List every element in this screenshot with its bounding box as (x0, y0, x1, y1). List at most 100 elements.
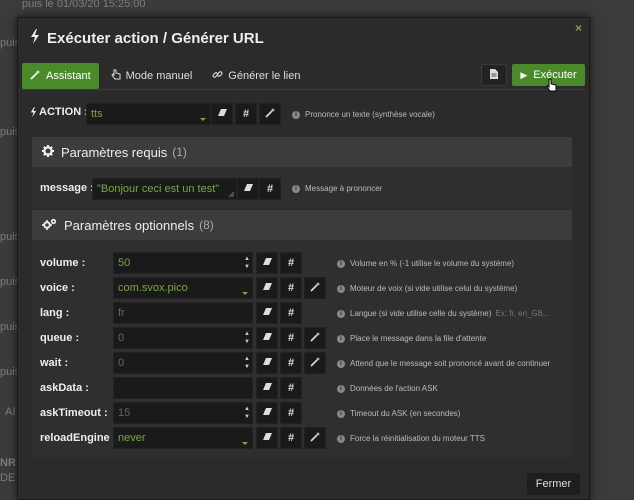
resize-handle-icon (229, 192, 234, 197)
chevron-down-icon (242, 442, 248, 445)
eraser-button[interactable] (256, 252, 278, 274)
info-icon: i (337, 259, 345, 268)
eraser-button[interactable] (256, 327, 278, 349)
help-text: Force la réinitialisation du moteur TTS (350, 434, 486, 443)
magic-wand-button[interactable] (259, 103, 281, 125)
hand-pointer-icon (110, 69, 121, 83)
variable-button[interactable]: # (259, 178, 281, 200)
eraser-button[interactable] (256, 277, 278, 299)
hash-icon: # (287, 432, 295, 444)
lang-input[interactable]: fr (113, 302, 253, 324)
eraser-button[interactable] (256, 377, 278, 399)
reloadengine-select[interactable]: never (113, 427, 253, 449)
hash-icon: # (287, 282, 295, 294)
param-label: volume : (40, 257, 86, 269)
close-icon[interactable]: × (575, 21, 582, 35)
info-icon: i (337, 359, 345, 368)
eraser-icon (262, 357, 273, 369)
variable-button[interactable]: # (280, 427, 302, 449)
help-text: Moteur de voix (si vide utilise celui du… (350, 284, 518, 293)
info-icon: i (292, 110, 300, 119)
hash-icon: # (287, 332, 295, 344)
eraser-button[interactable] (256, 402, 278, 424)
queue-placeholder: 0 (118, 332, 125, 344)
volume-input[interactable]: 50 (113, 252, 253, 274)
message-input[interactable]: "Bonjour ceci est un test" (92, 178, 237, 200)
chevron-up-icon: ▲ (244, 406, 250, 412)
variable-button[interactable]: # (280, 377, 302, 399)
eraser-icon (262, 332, 273, 344)
param-label: askTimeout : (40, 407, 108, 419)
action-select[interactable]: tts (86, 103, 211, 125)
chevron-down-icon (200, 118, 206, 121)
optional-params-header: Paramètres optionnels (8) (32, 210, 572, 240)
magic-wand-icon (264, 107, 276, 121)
document-icon (490, 68, 498, 82)
info-icon: i (337, 334, 345, 343)
queue-input[interactable]: 0 (113, 327, 253, 349)
bg-text: AI (5, 406, 16, 418)
chevron-down-icon: ▼ (244, 264, 250, 270)
number-stepper[interactable]: ▲ ▼ (241, 327, 253, 349)
magic-wand-button[interactable] (304, 277, 326, 299)
optional-params-title: Paramètres optionnels (64, 217, 195, 233)
help-text: Attend que le message soit prononcé avan… (350, 359, 551, 368)
hash-icon: # (287, 407, 295, 419)
hash-icon: # (287, 382, 295, 394)
param-label: reloadEngine : (40, 432, 117, 444)
help-text: Volume en % (-1 utilise le volume du sys… (350, 259, 515, 268)
bg-text: puis le 01/03/20 15:25:00 (22, 0, 146, 10)
variable-button[interactable]: # (280, 352, 302, 374)
eraser-icon (262, 407, 273, 419)
info-icon: i (337, 284, 345, 293)
hash-icon: # (287, 357, 295, 369)
eraser-button[interactable] (256, 352, 278, 374)
message-help: i Message à prononcer (292, 184, 382, 193)
help-text: Prononce un texte (synthèse vocale) (305, 110, 435, 119)
magic-wand-icon (309, 356, 321, 370)
eraser-button[interactable] (237, 178, 259, 200)
tab-manual-mode[interactable]: Mode manuel (103, 63, 201, 89)
reloadengine-help: i Force la réinitialisation du moteur TTS (337, 434, 485, 443)
close-button[interactable]: Fermer (527, 473, 580, 495)
play-icon: ▶ (520, 69, 528, 80)
variable-button[interactable]: # (280, 277, 302, 299)
bg-text: DE (0, 472, 16, 484)
tab-divider (22, 89, 585, 90)
wait-input[interactable]: 0 (113, 352, 253, 374)
voice-select[interactable]: com.svox.pico (113, 277, 253, 299)
magic-wand-button[interactable] (304, 427, 326, 449)
variable-button[interactable]: # (235, 103, 257, 125)
param-label: wait : (40, 357, 69, 369)
variable-button[interactable]: # (280, 402, 302, 424)
action-value: tts (91, 108, 103, 120)
eraser-button[interactable] (211, 103, 233, 125)
magic-wand-button[interactable] (304, 352, 326, 374)
info-icon: i (337, 434, 345, 443)
required-params-count: (1) (172, 145, 187, 159)
mode-tabs: Assistant Mode manuel Générer le lien (22, 63, 308, 89)
variable-button[interactable]: # (280, 252, 302, 274)
action-help: i Prononce un texte (synthèse vocale) (292, 110, 435, 119)
asktimeout-input[interactable]: 15 (113, 402, 253, 424)
param-label: lang : (40, 307, 70, 319)
required-params-header: Paramètres requis (1) (32, 137, 572, 167)
number-stepper[interactable]: ▲ ▼ (241, 352, 253, 374)
number-stepper[interactable]: ▲ ▼ (241, 252, 253, 274)
chevron-down-icon: ▼ (244, 339, 250, 345)
chevron-down-icon: ▼ (244, 364, 250, 370)
tab-generate-link[interactable]: Générer le lien (204, 63, 308, 89)
hash-icon: # (287, 307, 295, 319)
documentation-button[interactable] (481, 64, 507, 86)
tab-assistant[interactable]: Assistant (22, 63, 99, 89)
link-icon (212, 69, 223, 83)
param-label: message : (40, 182, 94, 194)
variable-button[interactable]: # (280, 302, 302, 324)
chevron-down-icon (242, 292, 248, 295)
askdata-input[interactable] (113, 377, 253, 399)
eraser-button[interactable] (256, 302, 278, 324)
magic-wand-button[interactable] (304, 327, 326, 349)
eraser-button[interactable] (256, 427, 278, 449)
number-stepper[interactable]: ▲ ▼ (241, 402, 253, 424)
variable-button[interactable]: # (280, 327, 302, 349)
